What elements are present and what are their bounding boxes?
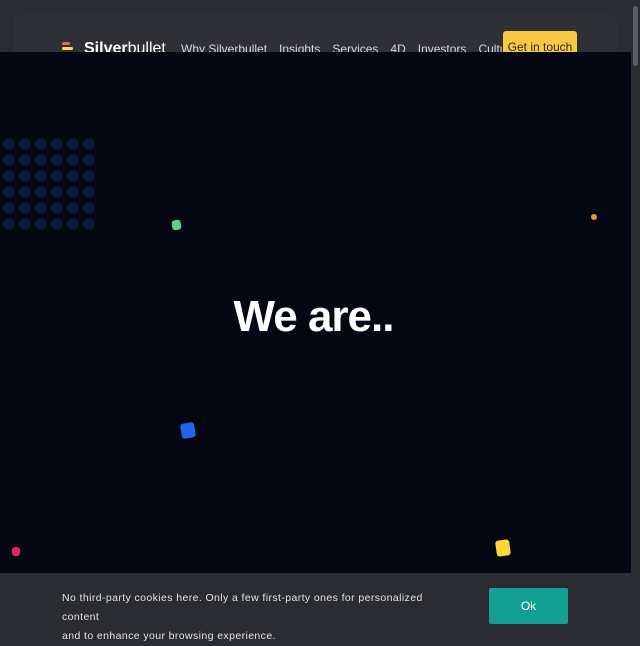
confetti-yellow [494,539,512,557]
cookie-ok-button[interactable]: Ok [489,588,568,624]
confetti-pink [12,547,20,556]
decorative-dot-grid [3,138,95,230]
cookie-message-line-1: No third-party cookies here. Only a few … [62,592,423,623]
hero-section: We are.. [0,52,631,573]
hero-title: We are.. [233,292,395,341]
scrollbar-thumb[interactable] [633,6,638,66]
page-scrollbar[interactable] [631,0,640,640]
confetti-blue [179,421,197,440]
confetti-green [171,219,182,231]
cookie-message: No third-party cookies here. Only a few … [62,589,462,646]
confetti-orange [591,214,597,220]
cookie-message-line-2: and to enhance your browsing experience. [62,630,276,642]
cookie-banner: No third-party cookies here. Only a few … [0,573,631,642]
